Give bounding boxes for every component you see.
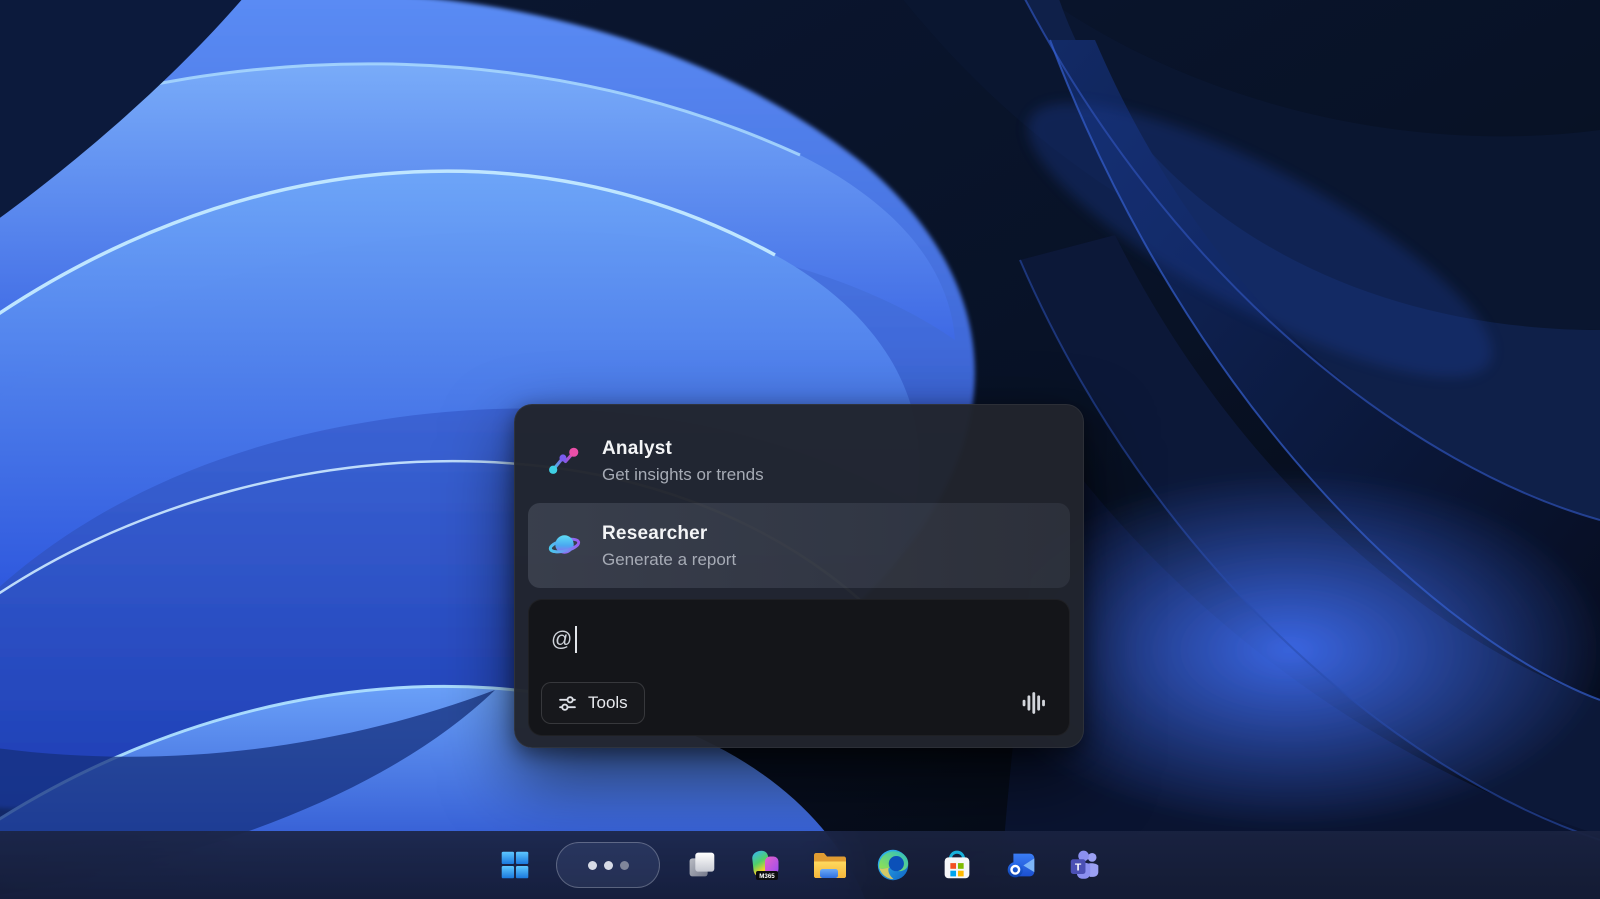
store-button[interactable]: [934, 842, 980, 888]
agent-title: Researcher: [602, 524, 736, 543]
typing-dots-icon: [620, 861, 629, 870]
agent-title: Analyst: [602, 439, 764, 458]
waveform-icon: [1021, 690, 1047, 716]
desktop: Analyst Get insights or trends: [0, 0, 1600, 899]
task-view-button[interactable]: [678, 842, 724, 888]
agent-item-analyst[interactable]: Analyst Get insights or trends: [528, 418, 1070, 503]
edge-button[interactable]: [870, 842, 916, 888]
taskbar-search-pill[interactable]: [556, 842, 660, 888]
edge-browser-icon: [874, 846, 912, 884]
m365-badge: M365: [759, 873, 775, 880]
agent-subtitle: Get insights or trends: [602, 466, 764, 483]
teams-icon: T: [1066, 846, 1104, 884]
voice-input-button[interactable]: [1017, 686, 1051, 720]
store-bag-icon: [938, 846, 976, 884]
m365-copilot-button[interactable]: M365: [742, 842, 788, 888]
outlook-button[interactable]: [998, 842, 1044, 888]
input-value: @: [551, 629, 572, 650]
text-caret: [575, 626, 577, 653]
tools-label: Tools: [588, 693, 628, 713]
teams-button[interactable]: T: [1062, 842, 1108, 888]
file-explorer-button[interactable]: [806, 842, 852, 888]
sliders-icon: [558, 694, 577, 713]
prompt-input[interactable]: @ Tools: [528, 599, 1070, 736]
typing-dots-icon: [588, 861, 597, 870]
folder-icon: [809, 845, 849, 885]
outlook-icon: [1002, 846, 1040, 884]
copilot-panel: Analyst Get insights or trends: [514, 404, 1084, 748]
start-button[interactable]: [492, 842, 538, 888]
windows-logo-icon: [496, 846, 534, 884]
taskbar: M365: [0, 831, 1600, 899]
typing-dots-icon: [604, 861, 613, 870]
trend-dots-icon: [548, 444, 581, 477]
tools-button[interactable]: Tools: [541, 682, 645, 724]
agent-subtitle: Generate a report: [602, 551, 736, 568]
agent-item-researcher[interactable]: Researcher Generate a report: [528, 503, 1070, 588]
m365-copilot-icon: M365: [745, 845, 785, 885]
task-view-icon: [682, 846, 720, 884]
planet-icon: [548, 529, 581, 562]
teams-badge: T: [1075, 862, 1082, 873]
